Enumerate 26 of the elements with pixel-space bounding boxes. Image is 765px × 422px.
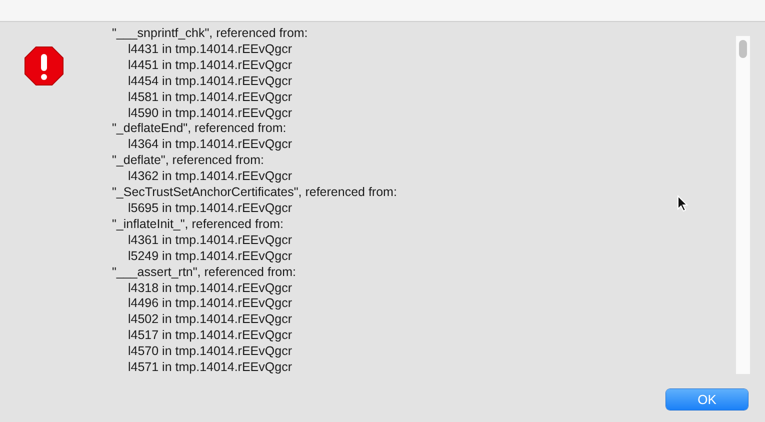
log-line: l4454 in tmp.14014.rEEvQgcr: [127, 74, 292, 90]
log-line: l4451 in tmp.14014.rEEvQgcr: [127, 58, 292, 74]
stop-warning-icon: [24, 46, 64, 86]
log-line: "_deflateEnd", referenced from:: [112, 121, 286, 138]
log-line: l4362 in tmp.14014.rEEvQgcr: [127, 169, 292, 186]
log-line: "___snprintf_chk", referenced from:: [112, 26, 308, 42]
ok-button[interactable]: OK: [666, 389, 748, 410]
log-line: l4431 in tmp.14014.rEEvQgcr: [127, 42, 292, 58]
log-line: l4590 in tmp.14014.rEEvQgcr: [127, 106, 292, 122]
log-line: l5249 in tmp.14014.rEEvQgcr: [127, 248, 292, 265]
log-line: l4361 in tmp.14014.rEEvQgcr: [127, 232, 292, 249]
log-line: "___assert_rtn", referenced from:: [112, 264, 296, 280]
log-line: l4318 in tmp.14014.rEEvQgcr: [127, 280, 292, 296]
log-line: l4570 in tmp.14014.rEEvQgcr: [127, 344, 292, 360]
log-line: l4581 in tmp.14014.rEEvQgcr: [127, 90, 292, 106]
log-line: "_inflateInit_", referenced from:: [112, 216, 284, 233]
log-line: l5695 in tmp.14014.rEEvQgcr: [127, 200, 292, 217]
mouse-pointer-icon: [677, 195, 688, 212]
log-line: l4496 in tmp.14014.rEEvQgcr: [127, 296, 292, 312]
log-line: "_deflate", referenced from:: [112, 153, 264, 170]
log-line: "_SecTrustSetAnchorCertificates", referenced from:: [112, 185, 397, 201]
log-line: l4571 in tmp.14014.rEEvQgcr: [127, 360, 292, 376]
scrollbar[interactable]: [736, 36, 750, 374]
log-line: l4502 in tmp.14014.rEEvQgcr: [127, 312, 292, 328]
log-line: l4517 in tmp.14014.rEEvQgcr: [127, 328, 292, 344]
log-line: l4364 in tmp.14014.rEEvQgcr: [127, 137, 292, 154]
